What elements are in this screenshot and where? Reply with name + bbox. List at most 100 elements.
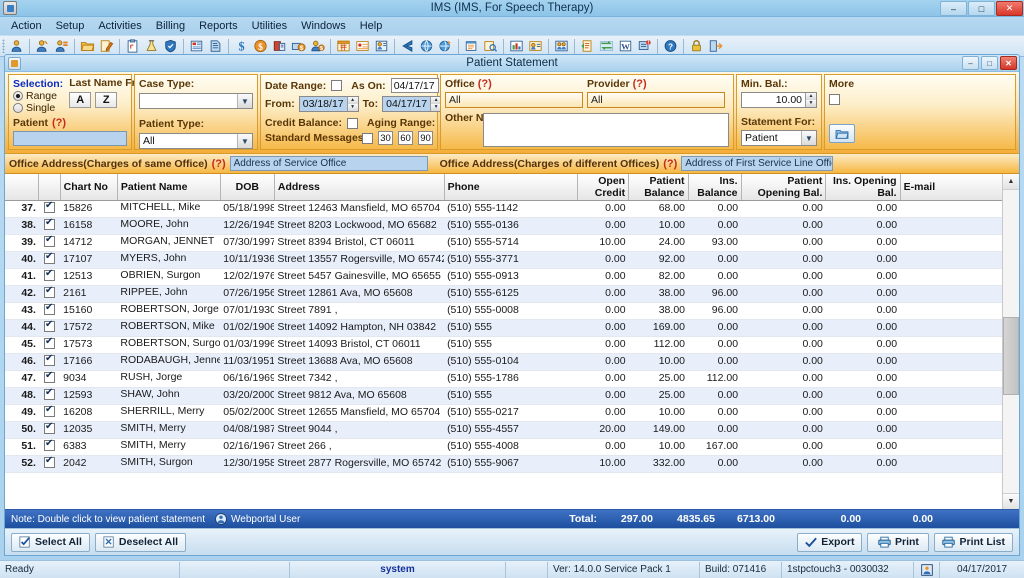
lastname-from-input[interactable]: A (69, 92, 92, 108)
table-row[interactable]: 47. 9034RUSH, Jorge06/16/1969Street 7342 … (5, 370, 1002, 388)
col-index[interactable] (5, 174, 40, 201)
menu-item-utilities[interactable]: Utilities (245, 19, 294, 33)
exchange-icon[interactable] (598, 38, 615, 55)
col-ins-opening-bal[interactable]: Ins. Opening Bal. (825, 174, 901, 201)
row-checkbox-box[interactable] (44, 337, 56, 349)
row-checkbox-box[interactable] (44, 252, 56, 264)
patient-add-icon[interactable] (34, 38, 51, 55)
task-alert-icon[interactable]: ! (636, 38, 653, 55)
table-row[interactable]: 39. 14712MORGAN, JENNET07/30/1997Street 8… (5, 234, 1002, 252)
row-checkbox[interactable] (38, 336, 61, 354)
table-row[interactable]: 49. 16208SHERRILL, Merry05/02/2000Street … (5, 404, 1002, 422)
exit-icon[interactable] (707, 38, 724, 55)
lastname-to-input[interactable]: Z (95, 92, 118, 108)
patient-icon[interactable] (8, 38, 25, 55)
row-checkbox-box[interactable] (44, 439, 56, 451)
standard-messages-checkbox[interactable] (362, 132, 373, 144)
scheduler-icon[interactable] (354, 38, 371, 55)
scroll-down-button[interactable]: ▼ (1003, 493, 1019, 509)
row-checkbox[interactable] (38, 438, 61, 456)
report-window-icon[interactable] (463, 38, 480, 55)
to-date-spinner[interactable]: 04/17/17 ▲ ▼ (382, 96, 443, 112)
table-row[interactable]: 48. 12593SHAW, John03/20/2000Street 9812 … (5, 387, 1002, 405)
menu-item-action[interactable]: Action (4, 19, 49, 33)
table-row[interactable]: 52. 2042SMITH, Surgon12/30/1958Street 287… (5, 455, 1002, 473)
minimize-button[interactable]: – (940, 1, 967, 16)
col-chart-no[interactable]: Chart No (60, 174, 118, 201)
word-export-icon[interactable]: W (617, 38, 634, 55)
load-template-button[interactable] (829, 124, 855, 143)
diff-office-address-input[interactable]: Address of First Service Line Office (681, 156, 834, 171)
credit-balance-checkbox[interactable] (347, 117, 359, 129)
office-input[interactable]: All (445, 92, 583, 108)
selection-radio-single[interactable]: Single (13, 102, 63, 114)
contact-card-icon[interactable] (527, 38, 544, 55)
from-date-spinner[interactable]: 03/18/17 ▲ ▼ (298, 96, 359, 112)
row-checkbox[interactable] (38, 404, 61, 422)
selection-radio-range[interactable]: Range (13, 90, 63, 102)
col-patient-opening-bal[interactable]: Patient Opening Bal. (741, 174, 827, 201)
menu-item-windows[interactable]: Windows (294, 19, 353, 33)
toolbar-grip[interactable] (2, 39, 5, 53)
table-row[interactable]: 37. 15826MITCHELL, Mike05/18/1998Street 1… (5, 200, 1002, 218)
close-button[interactable]: ✕ (996, 1, 1023, 16)
from-date-down[interactable]: ▼ (347, 104, 358, 111)
aging-60-input[interactable]: 60 (398, 131, 413, 145)
patient-edit-icon[interactable] (53, 38, 70, 55)
row-checkbox-box[interactable] (44, 388, 56, 400)
more-checkbox[interactable] (829, 94, 840, 105)
table-row[interactable]: 45. 17573ROBERTSON, Surgon01/03/1996Stree… (5, 336, 1002, 354)
open-folder-icon[interactable] (79, 38, 96, 55)
deselect-all-button[interactable]: Deselect All (94, 532, 187, 552)
bar-chart-icon[interactable] (508, 38, 525, 55)
globe-refresh-icon[interactable] (437, 38, 454, 55)
payment-posting-icon[interactable] (271, 38, 288, 55)
row-checkbox[interactable] (38, 319, 61, 337)
col-patient-name[interactable]: Patient Name (117, 174, 221, 201)
provider-help-hint[interactable]: (?) (633, 78, 647, 90)
col-patient-balance[interactable]: Patient Balance (628, 174, 689, 201)
patient-help-hint[interactable]: (?) (52, 117, 66, 129)
row-checkbox-box[interactable] (44, 456, 56, 468)
statement-close-button[interactable]: ✕ (1000, 56, 1017, 70)
other-note-input[interactable] (483, 113, 729, 147)
table-row[interactable]: 51. 6383SMITH, Merry02/16/1967Street 266 … (5, 438, 1002, 456)
claim-icon[interactable] (188, 38, 205, 55)
table-row[interactable]: 41. 12513OBRIEN, Surgon12/02/1976Street 5… (5, 268, 1002, 286)
row-checkbox[interactable] (38, 234, 61, 252)
row-checkbox-box[interactable] (44, 303, 56, 315)
col-phone[interactable]: Phone (444, 174, 579, 201)
menu-item-setup[interactable]: Setup (49, 19, 92, 33)
row-checkbox-box[interactable] (44, 286, 56, 298)
row-checkbox-box[interactable] (44, 269, 56, 281)
same-office-address-input[interactable]: Address of Service Office (229, 156, 428, 171)
row-checkbox-box[interactable] (44, 405, 56, 417)
select-all-button[interactable]: Select All (11, 532, 90, 552)
table-row[interactable]: 50. 12035SMITH, Merry04/08/1987Street 904… (5, 421, 1002, 439)
row-checkbox[interactable] (38, 217, 61, 235)
row-checkbox-box[interactable] (44, 218, 56, 230)
money-transfer-icon[interactable]: $ (290, 38, 307, 55)
aging-30-input[interactable]: 30 (378, 131, 393, 145)
col-address[interactable]: Address (274, 174, 445, 201)
dollar-icon[interactable]: $ (233, 38, 250, 55)
report-search-icon[interactable] (482, 38, 499, 55)
table-row[interactable]: 38. 16158MOORE, John12/26/1945Street 8203… (5, 217, 1002, 235)
row-checkbox[interactable] (38, 285, 61, 303)
col-ins-balance[interactable]: Ins. Balance (688, 174, 742, 201)
patient-type-select[interactable]: All ▼ (139, 133, 253, 149)
row-checkbox-box[interactable] (44, 201, 56, 213)
row-checkbox-box[interactable] (44, 320, 56, 332)
statement-for-select[interactable]: Patient ▼ (741, 130, 817, 146)
menu-item-reports[interactable]: Reports (192, 19, 245, 33)
globe-icon[interactable] (418, 38, 435, 55)
account-dollar-icon[interactable]: $ (309, 38, 326, 55)
shield-icon[interactable] (162, 38, 179, 55)
min-balance-up[interactable]: ▲ (806, 93, 816, 100)
table-row[interactable]: 43. 15160ROBERTSON, Jorge07/01/1930Street… (5, 302, 1002, 320)
col-checkbox[interactable] (38, 174, 61, 201)
print-list-button[interactable]: Print List (934, 532, 1013, 552)
office-help-hint[interactable]: (?) (478, 78, 492, 90)
provider-input[interactable]: All (587, 92, 725, 108)
menu-item-activities[interactable]: Activities (91, 19, 148, 33)
